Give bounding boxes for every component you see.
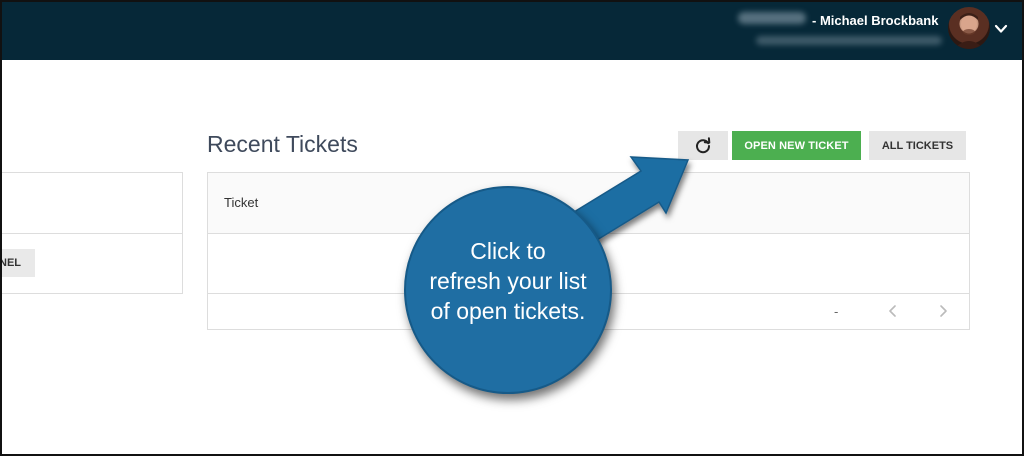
callout-text: Click to refresh your list of open ticke… xyxy=(406,236,610,326)
callout-line: Click to xyxy=(470,238,546,264)
callout-bubble: Click to refresh your list of open ticke… xyxy=(404,186,612,394)
callout-line: refresh your list xyxy=(429,268,587,294)
callout-line: of open tickets. xyxy=(430,298,586,324)
